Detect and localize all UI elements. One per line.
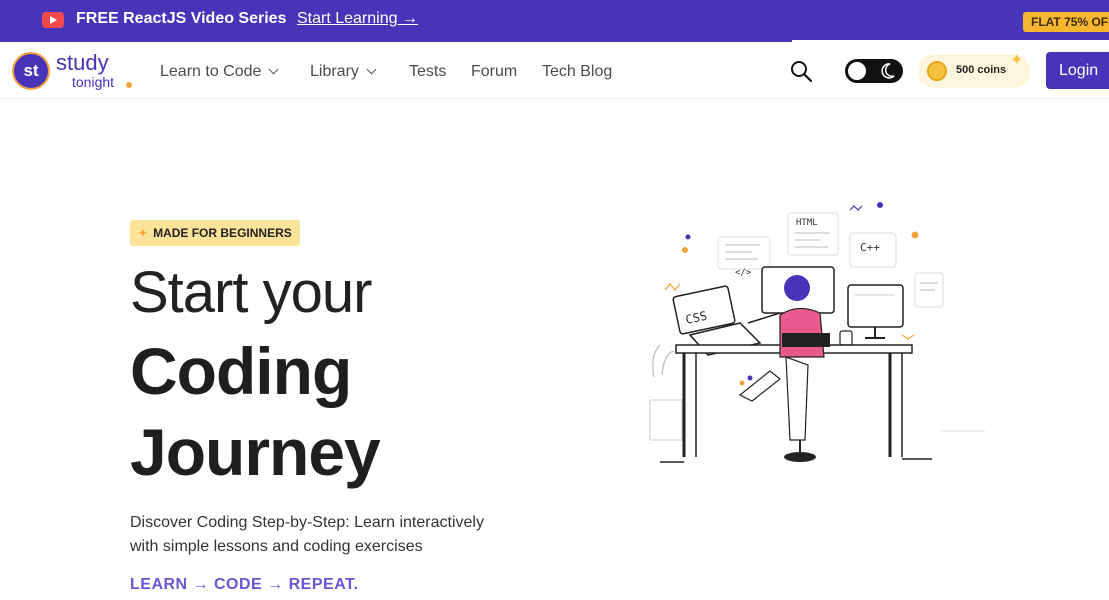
theme-toggle[interactable]	[845, 59, 903, 83]
hero-description: Discover Coding Step-by-Step: Learn inte…	[130, 514, 484, 555]
beginners-badge: ✦ MADE FOR BEGINNERS	[130, 220, 300, 246]
coin-icon	[927, 61, 947, 81]
promo-bar: FREE ReactJS Video Series Start Learning…	[0, 0, 1109, 40]
beginners-badge-label: MADE FOR BEGINNERS	[153, 226, 292, 240]
chevron-down-icon	[366, 64, 377, 75]
sparkle-icon: ✦	[1010, 52, 1024, 69]
code-tag-label: </>	[735, 268, 752, 278]
search-icon[interactable]	[789, 59, 813, 83]
nav-learn-to-code[interactable]: Learn to Code	[160, 63, 279, 81]
hero-heading-line3: Journey	[130, 415, 381, 489]
logo-mark[interactable]: st	[12, 52, 50, 90]
cpp-label: C++	[860, 241, 880, 254]
html-tag-label: HTML	[796, 218, 818, 228]
nav-forum[interactable]: Forum	[471, 63, 517, 81]
navbar: st study tonight Learn to Code Library T…	[0, 42, 1109, 99]
nav-tech-blog[interactable]: Tech Blog	[542, 63, 612, 81]
hero-heading-line2: Coding	[130, 334, 352, 408]
nav-library-label: Library	[310, 63, 359, 80]
chevron-down-icon	[268, 64, 279, 75]
logo-dot	[126, 82, 132, 88]
logo-text-study[interactable]: study	[56, 50, 109, 76]
start-learning-link[interactable]: Start Learning →	[297, 10, 418, 28]
nav-library[interactable]: Library	[310, 63, 377, 81]
sparkle-icon: ✦	[138, 226, 149, 240]
coins-badge[interactable]: 500 coins ✦	[918, 52, 1030, 88]
coins-count: 500 coins	[956, 64, 1007, 76]
nav-learn-to-code-label: Learn to Code	[160, 63, 262, 80]
logo-text-tonight[interactable]: tonight	[72, 74, 114, 90]
login-button[interactable]: Login	[1046, 52, 1109, 89]
toggle-knob	[848, 62, 866, 80]
offer-badge[interactable]: FLAT 75% OFF	[1023, 12, 1109, 32]
moon-icon	[881, 63, 895, 79]
coder-illustration: HTML C++ </> CSS	[649, 202, 985, 463]
hero-heading-line1: Start your	[130, 260, 372, 325]
youtube-icon	[42, 12, 64, 28]
hero-tagline: LEARN → CODE → REPEAT.	[130, 576, 359, 593]
promo-title: FREE ReactJS Video Series	[76, 10, 287, 27]
nav-tests[interactable]: Tests	[409, 63, 446, 81]
